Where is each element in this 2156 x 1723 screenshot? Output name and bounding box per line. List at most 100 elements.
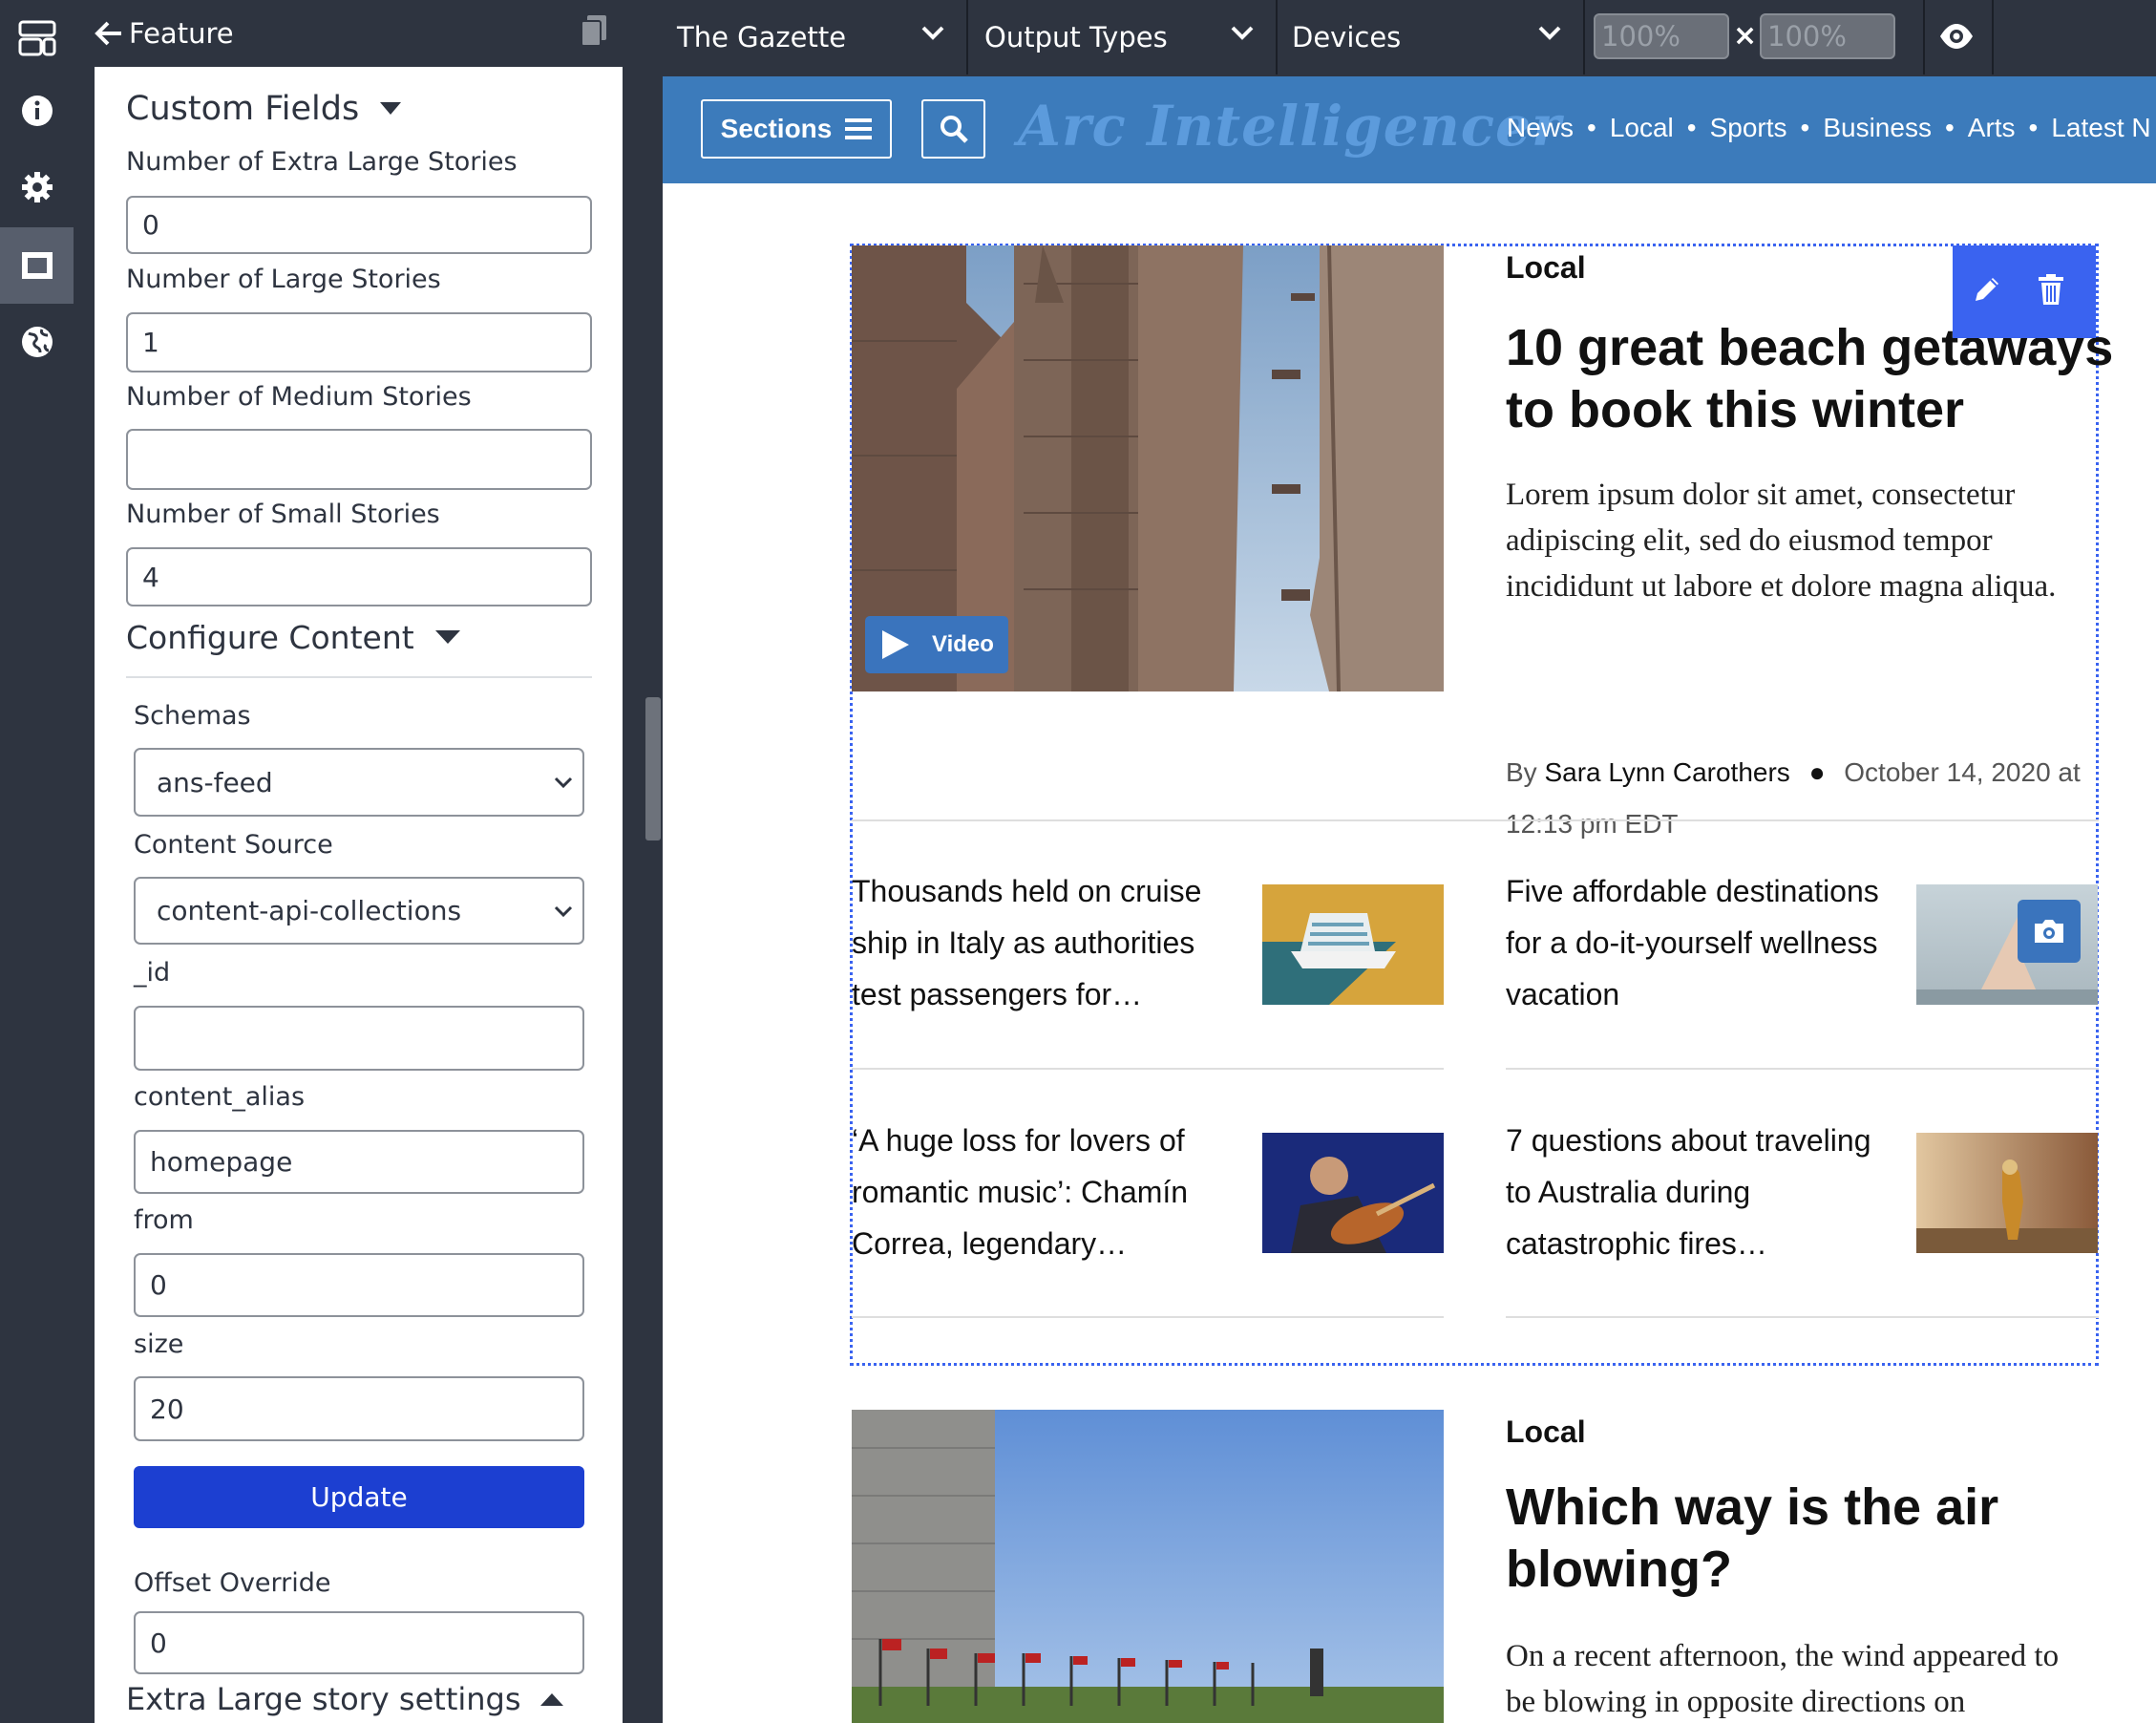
trash-icon[interactable] [2037, 273, 2065, 309]
xl-settings-heading[interactable]: Extra Large story settings [126, 1681, 563, 1717]
divider [1506, 1068, 2099, 1070]
size-label: size [134, 1329, 184, 1359]
small-story-image[interactable] [1262, 884, 1444, 1005]
md-stories-label: Number of Medium Stories [126, 382, 472, 412]
byline-by: By [1506, 757, 1537, 787]
site-logo[interactable]: Arc Intelligencer [1018, 94, 1562, 159]
custom-fields-heading[interactable]: Custom Fields [126, 90, 402, 128]
schemas-select[interactable]: ans-feed [134, 748, 584, 817]
icon-rail [0, 0, 74, 1723]
chevron-down-icon [921, 26, 944, 40]
nav-separator: • [1944, 113, 1955, 142]
second-kicker[interactable]: Local [1506, 1415, 1586, 1450]
nav-link-sports[interactable]: Sports [1710, 113, 1787, 142]
id-label: _id [134, 958, 171, 988]
small-story-headline[interactable]: Thousands held on cruise ship in Italy a… [852, 865, 1234, 1020]
panel-header: Feature [95, 0, 623, 67]
chevron-down-icon [554, 776, 573, 788]
back-label[interactable]: Feature [129, 17, 234, 50]
schemas-value: ans-feed [157, 766, 273, 798]
divider [852, 1316, 1444, 1318]
content-source-select[interactable]: content-api-collections [134, 877, 584, 945]
globe-icon[interactable] [0, 304, 74, 380]
from-input[interactable]: 0 [134, 1253, 584, 1317]
content-alias-label: content_alias [134, 1082, 306, 1112]
video-label: Video [932, 631, 994, 657]
nav-separator: • [1800, 113, 1810, 142]
lead-kicker[interactable]: Local [1506, 250, 1586, 286]
content-alias-input[interactable]: homepage [134, 1130, 584, 1194]
byline-author[interactable]: Sara Lynn Carothers [1544, 757, 1789, 787]
offset-override-input[interactable]: 0 [134, 1611, 584, 1674]
small-story-headline[interactable]: 7 questions about traveling to Australia… [1506, 1115, 1888, 1269]
nav-separator: • [1587, 113, 1596, 142]
from-label: from [134, 1205, 194, 1235]
video-badge[interactable]: Video [865, 616, 1008, 673]
nav-separator: • [1686, 113, 1697, 142]
gear-icon[interactable] [0, 149, 74, 225]
play-icon [882, 630, 909, 659]
sm-stories-input[interactable]: 4 [126, 547, 592, 606]
schemas-label: Schemas [134, 701, 251, 731]
md-stories-input[interactable] [126, 429, 592, 490]
nav-link-arts[interactable]: Arts [1968, 113, 2016, 142]
back-arrow-icon[interactable] [95, 20, 123, 47]
camera-icon [2035, 920, 2063, 943]
nav-link-news[interactable]: News [1507, 113, 1574, 142]
small-story-image[interactable] [1262, 1133, 1444, 1253]
chevron-down-icon [1231, 26, 1254, 40]
small-story-headline[interactable]: ‘A huge loss for lovers of romantic musi… [852, 1115, 1234, 1269]
caret-up-icon [539, 1693, 563, 1706]
sections-label: Sections [720, 114, 833, 143]
menu-icon [845, 118, 873, 139]
configure-content-label: Configure Content [126, 619, 414, 656]
caret-down-icon [380, 102, 402, 115]
xl-stories-label: Number of Extra Large Stories [126, 147, 518, 177]
panel-body: Custom Fields Number of Extra Large Stor… [95, 67, 623, 1723]
info-icon[interactable] [0, 73, 74, 149]
xl-stories-input[interactable]: 0 [126, 196, 592, 254]
divider [1506, 1316, 2099, 1318]
lead-byline: By Sara Lynn Carothers ● October 14, 202… [1506, 747, 2098, 850]
site-preview: Sections Arc Intelligencer News • Local • Sp… [663, 76, 2156, 1723]
divider [852, 1068, 1444, 1070]
nav-link-local[interactable]: Local [1610, 113, 1674, 142]
content-source-value: content-api-collections [157, 895, 462, 926]
search-icon [940, 116, 968, 143]
update-button[interactable]: Update [134, 1466, 584, 1528]
sections-button[interactable]: Sections [701, 99, 892, 159]
size-input[interactable]: 20 [134, 1376, 584, 1441]
block-actions [1953, 245, 2096, 338]
devices-dropdown[interactable]: Devices [1278, 0, 1585, 74]
small-story-image[interactable] [1916, 1133, 2098, 1253]
chevron-down-icon [1538, 26, 1561, 40]
width-input[interactable]: 100% [1594, 13, 1729, 59]
lg-stories-input[interactable]: 1 [126, 312, 592, 372]
chevron-down-icon [554, 905, 573, 917]
frame-icon[interactable] [0, 227, 74, 304]
small-story-headline[interactable]: Five affordable destinations for a do-it… [1506, 865, 1888, 1020]
nav-link-business[interactable]: Business [1823, 113, 1932, 142]
panel-scrollbar[interactable] [645, 697, 661, 840]
second-story-image[interactable] [852, 1410, 1444, 1723]
copy-icon[interactable] [580, 13, 608, 54]
lg-stories-label: Number of Large Stories [126, 265, 441, 294]
caret-down-icon [434, 630, 460, 644]
xl-settings-label: Extra Large story settings [126, 1681, 521, 1717]
divider [1992, 0, 1994, 74]
site-dropdown[interactable]: The Gazette [663, 0, 968, 74]
id-input[interactable] [134, 1006, 584, 1071]
pencil-icon[interactable] [1972, 274, 2002, 308]
photo-badge[interactable] [2018, 900, 2081, 963]
splitter[interactable] [623, 0, 663, 1723]
output-types-dropdown[interactable]: Output Types [970, 0, 1278, 74]
search-button[interactable] [921, 99, 985, 159]
second-headline[interactable]: Which way is the air blowing? [1506, 1477, 2040, 1601]
editor-toolbar: The Gazette Output Types Devices 100% × … [663, 0, 2156, 76]
height-input[interactable]: 100% [1760, 13, 1895, 59]
custom-fields-label: Custom Fields [126, 90, 360, 128]
eye-icon[interactable] [1938, 17, 1975, 59]
configure-content-heading[interactable]: Configure Content [126, 619, 460, 656]
nav-link-latest[interactable]: Latest N [2051, 113, 2150, 142]
layout-icon[interactable] [0, 0, 74, 76]
